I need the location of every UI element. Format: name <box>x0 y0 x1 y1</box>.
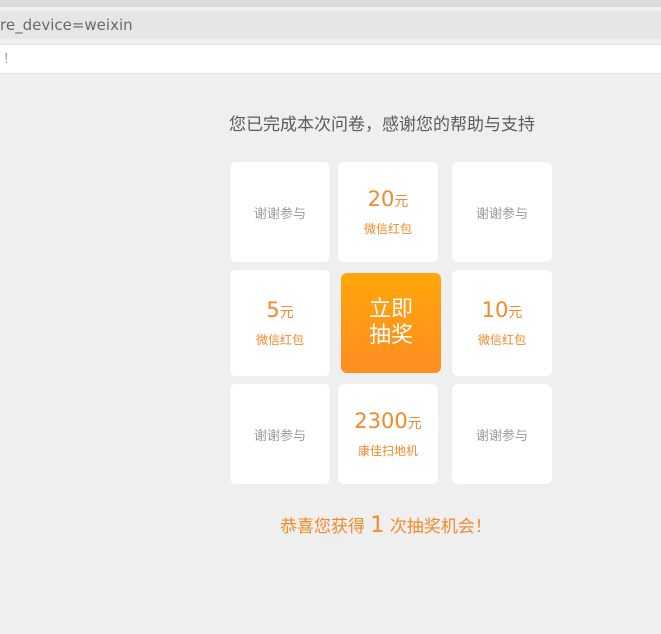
draw-button[interactable]: 立即 抽奖 <box>341 273 441 373</box>
thanks-label: 谢谢参与 <box>475 428 528 444</box>
prize-cell-thanks: 谢谢参与 <box>452 162 552 262</box>
draw-button-line1: 立即 <box>368 297 413 322</box>
chance-prefix: 恭喜您获得 <box>280 517 365 537</box>
survey-complete-title: 您已完成本次问卷，感谢您的帮助与支持 <box>229 115 535 135</box>
prize-label: 微信红包 <box>363 222 412 236</box>
url-text[interactable]: re_device=weixin <box>0 16 133 34</box>
thanks-label: 谢谢参与 <box>475 206 528 222</box>
prize-cell-red-packet-5: 5元 微信红包 <box>230 270 330 376</box>
prize-cell-red-packet-10: 10元 微信红包 <box>452 270 552 376</box>
prize-cell-thanks: 谢谢参与 <box>230 162 330 262</box>
thanks-label: 谢谢参与 <box>253 206 306 222</box>
prize-amount: 5元 <box>266 298 294 322</box>
prize-cell-robot-vacuum: 2300元 康佳扫地机 <box>338 384 438 484</box>
info-bar-text: ！ <box>3 52 17 67</box>
prize-cell-red-packet-20: 20元 微信红包 <box>338 162 438 262</box>
thanks-label: 谢谢参与 <box>253 428 306 444</box>
prize-cell-thanks: 谢谢参与 <box>230 384 330 484</box>
prize-cell-thanks: 谢谢参与 <box>452 384 552 484</box>
chance-suffix: 次抽奖机会！ <box>389 517 492 537</box>
prize-amount: 20元 <box>367 187 409 211</box>
draw-button-line2: 抽奖 <box>368 323 413 348</box>
info-bar: ！ <box>0 44 661 74</box>
prize-label: 微信红包 <box>255 333 304 347</box>
chance-count: 1 <box>370 513 385 538</box>
prize-amount: 2300元 <box>354 409 422 433</box>
prize-label: 康佳扫地机 <box>357 444 418 458</box>
address-bar[interactable]: re_device=weixin <box>0 11 661 39</box>
prize-amount: 10元 <box>481 298 523 322</box>
draw-chance-message: 恭喜您获得 1 次抽奖机会！ <box>280 512 492 538</box>
browser-top-strip <box>0 0 661 7</box>
prize-label: 微信红包 <box>477 333 526 347</box>
